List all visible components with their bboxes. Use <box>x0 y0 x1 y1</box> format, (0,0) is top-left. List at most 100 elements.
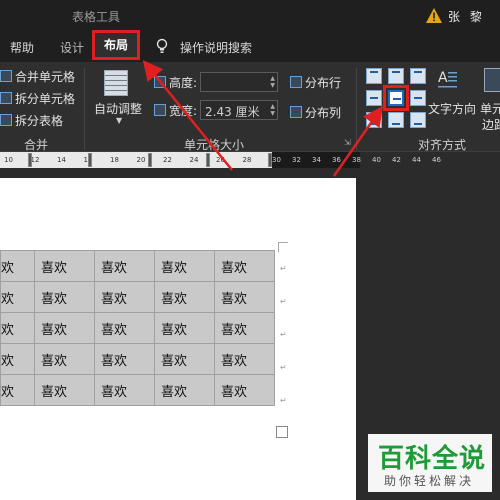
spin-arrows-icon[interactable]: ▲ ▼ <box>270 75 275 89</box>
table-cell[interactable]: 喜欢 <box>214 312 275 344</box>
table-row: 欢喜欢 喜欢 喜欢 喜欢 <box>0 343 275 375</box>
ribbon-tab-row: 帮助 设计 操作说明搜索 <box>0 32 500 62</box>
row-end-mark: ↵ <box>280 363 287 372</box>
table-cell[interactable]: 喜欢 <box>94 312 155 344</box>
ruler-tick-label: 32 <box>292 156 301 164</box>
table-cell[interactable]: 喜欢 <box>34 250 95 282</box>
tab-layout[interactable]: 布局 <box>92 30 140 60</box>
ruler-tick-label: 44 <box>412 156 421 164</box>
watermark-logo: 百科全说 助你轻松解决 <box>368 434 492 492</box>
table-cell[interactable]: 喜欢 <box>154 374 215 406</box>
table-cell[interactable]: 欢 <box>0 312 35 344</box>
warning-icon[interactable] <box>426 8 442 23</box>
ruler-tick-label: 36 <box>332 156 341 164</box>
align-bottom-right-button[interactable] <box>410 112 426 128</box>
table-cell[interactable]: 欢 <box>0 374 35 406</box>
lightbulb-icon[interactable] <box>156 38 168 54</box>
watermark-title: 百科全说 <box>378 444 487 474</box>
split-table-button[interactable]: 拆分表格 <box>0 112 63 129</box>
spin-arrows-icon[interactable]: ▲ ▼ <box>270 103 275 117</box>
align-bottom-center-button[interactable] <box>388 112 404 128</box>
table-cell[interactable]: 喜欢 <box>214 374 275 406</box>
split-table-label: 拆分表格 <box>15 114 64 128</box>
column-marker[interactable] <box>28 153 32 167</box>
table-cell[interactable]: 喜欢 <box>154 281 215 313</box>
context-tab-title: 表格工具 <box>72 10 121 24</box>
text-direction-icon[interactable]: A <box>436 68 458 92</box>
width-label: 宽度: <box>154 102 197 119</box>
ruler-tick-label: 22 <box>163 156 172 164</box>
table-cell[interactable]: 喜欢 <box>34 343 95 375</box>
split-cells-icon <box>0 92 12 104</box>
table-cell[interactable]: 欢 <box>0 343 35 375</box>
align-bottom-left-button[interactable] <box>366 112 382 128</box>
width-input[interactable]: 2.43 厘米 ▲ ▼ <box>200 100 278 120</box>
align-top-left-button[interactable] <box>366 68 382 84</box>
cell-size-group-label: 单元格大小 <box>184 138 245 152</box>
dialog-launcher-icon[interactable]: ⇲ <box>344 138 351 147</box>
merge-group-label: 合并 <box>24 138 49 152</box>
distribute-rows-label: 分布行 <box>305 76 342 90</box>
align-middle-right-button[interactable] <box>410 90 426 106</box>
chevron-down-icon[interactable]: ▼ <box>116 116 122 125</box>
row-height-icon <box>154 76 166 88</box>
ruler-tick-label: 42 <box>392 156 401 164</box>
distribute-rows-button[interactable]: 分布行 <box>290 74 341 91</box>
row-end-mark: ↵ <box>280 396 287 405</box>
alignment-grid <box>364 64 426 128</box>
tab-help[interactable]: 帮助 <box>10 39 34 56</box>
split-cells-button[interactable]: 拆分单元格 <box>0 90 75 107</box>
cell-margins-icon[interactable] <box>484 68 500 92</box>
table-cell[interactable]: 喜欢 <box>94 343 155 375</box>
cell-margins-label-2[interactable]: 边距 <box>482 116 500 133</box>
distribute-cols-label: 分布列 <box>305 106 342 120</box>
table-cell[interactable]: 喜欢 <box>94 374 155 406</box>
align-middle-left-button[interactable] <box>366 90 382 106</box>
table-cell[interactable]: 喜欢 <box>214 343 275 375</box>
table-cell[interactable]: 喜欢 <box>34 281 95 313</box>
height-input[interactable]: ▲ ▼ <box>200 72 278 92</box>
table-cell[interactable]: 喜欢 <box>94 250 155 282</box>
table-cell[interactable]: 喜欢 <box>214 281 275 313</box>
alignment-group-label: 对齐方式 <box>418 138 467 152</box>
distribute-cols-icon <box>290 106 302 118</box>
merge-cells-button[interactable]: 合并单元格 <box>0 68 75 85</box>
table-cell[interactable]: 喜欢 <box>34 312 95 344</box>
text-direction-button[interactable]: 文字方向 <box>428 100 476 117</box>
distribute-cols-button[interactable]: 分布列 <box>290 104 341 121</box>
autofit-icon[interactable] <box>104 70 128 96</box>
align-center-button[interactable] <box>383 85 409 111</box>
height-label: 高度: <box>154 74 197 91</box>
ruler-tick-label: 10 <box>4 156 13 164</box>
align-top-right-button[interactable] <box>410 68 426 84</box>
cell-margins-label-1[interactable]: 单元 <box>480 100 500 117</box>
table-cell[interactable]: 欢 <box>0 281 35 313</box>
split-cells-label: 拆分单元格 <box>15 92 76 106</box>
doc-table[interactable]: 欢喜欢 喜欢 喜欢 喜欢欢喜欢 喜欢 喜欢 喜欢欢喜欢 喜欢 喜欢 喜欢欢喜欢 喜欢 喜欢 喜欢欢喜欢喜… <box>0 250 275 406</box>
group-divider <box>84 68 85 150</box>
table-resize-handle[interactable] <box>276 426 288 438</box>
table-cell[interactable]: 喜欢 <box>214 250 275 282</box>
autofit-button[interactable]: 自动调整 <box>94 100 142 117</box>
watermark-subtitle: 助你轻松解决 <box>384 474 475 488</box>
table-cell[interactable]: 喜欢 <box>34 374 95 406</box>
table-cell[interactable]: 喜欢 <box>154 250 215 282</box>
table-cell[interactable]: 喜欢 <box>154 312 215 344</box>
table-cell[interactable]: 喜欢 <box>94 281 155 313</box>
tell-me-search[interactable]: 操作说明搜索 <box>180 39 252 56</box>
tab-design[interactable]: 设计 <box>60 39 84 56</box>
table-cell[interactable]: 喜欢 <box>154 343 215 375</box>
table-corner-mark <box>278 242 288 252</box>
column-marker[interactable] <box>206 153 210 167</box>
ruler-tick-label: 14 <box>57 156 66 164</box>
user-name[interactable]: 张 黎 <box>448 8 485 25</box>
row-end-mark: ↵ <box>280 330 287 339</box>
column-marker[interactable] <box>88 153 92 167</box>
column-marker[interactable] <box>148 153 152 167</box>
table-row: 欢喜欢 喜欢 喜欢 喜欢 <box>0 281 275 313</box>
align-top-center-button[interactable] <box>388 68 404 84</box>
svg-text:A: A <box>438 70 448 86</box>
table-cell[interactable]: 欢 <box>0 250 35 282</box>
ruler-tick-label: 20 <box>136 156 146 164</box>
column-marker[interactable] <box>268 153 272 167</box>
